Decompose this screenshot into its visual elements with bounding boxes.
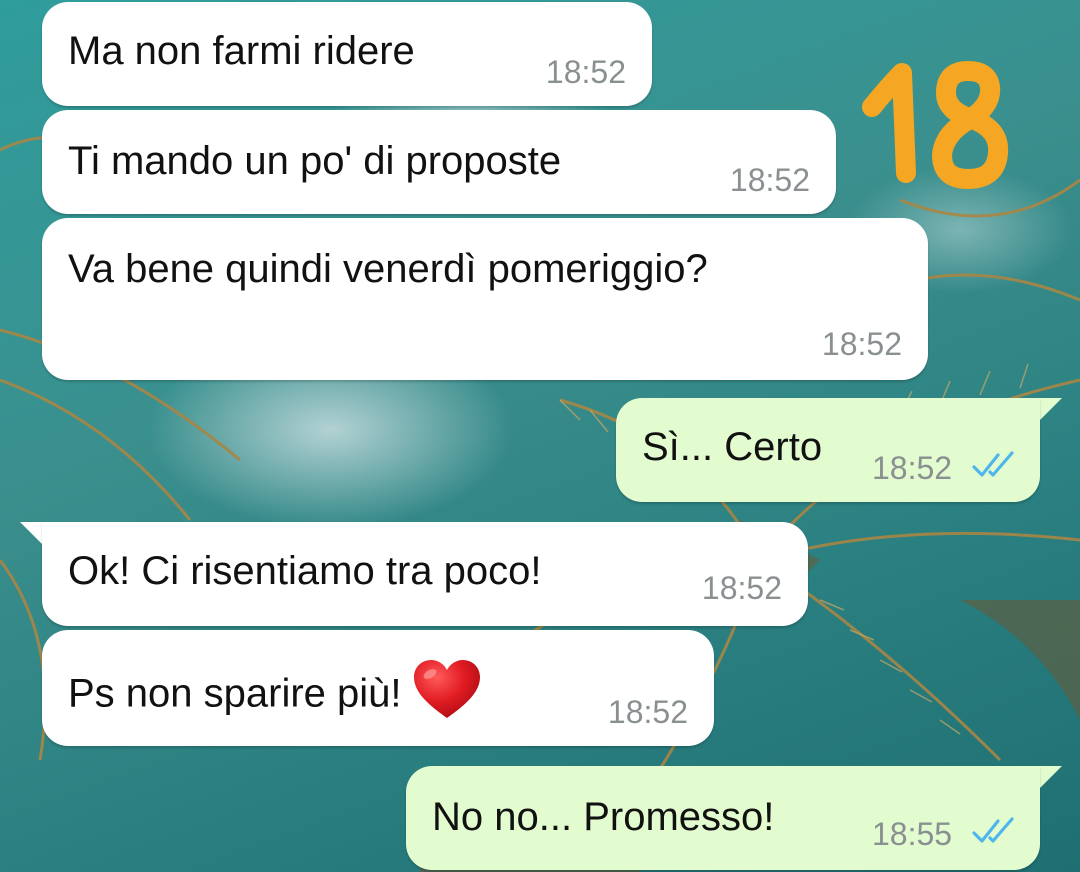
message-timestamp: 18:55 — [872, 816, 953, 852]
message-text: Ma non farmi ridere — [68, 29, 415, 73]
read-receipt-icon — [972, 817, 1014, 843]
read-receipt-icon — [972, 451, 1014, 477]
message-text: Ps non sparire più! — [68, 671, 402, 716]
bubble-tail — [1040, 766, 1062, 788]
message-text: No no... Promesso! — [432, 795, 775, 839]
message-timestamp: 18:52 — [729, 162, 810, 198]
message-timestamp: 18:52 — [607, 694, 688, 730]
bubble-tail — [20, 522, 42, 544]
message-text: Ti mando un po' di proposte — [68, 139, 562, 183]
message-incoming[interactable]: Ok! Ci risentiamo tra poco! 18:52 — [42, 522, 808, 626]
message-timestamp: 18:52 — [701, 570, 782, 606]
conversation: Ma non farmi ridere 18:52 Ti mando un po… — [0, 0, 1080, 872]
red-heart-emoji-icon — [413, 660, 480, 718]
message-incoming[interactable]: Ti mando un po' di proposte 18:52 — [42, 110, 836, 214]
message-outgoing[interactable]: Sì... Certo 18:52 — [616, 398, 1040, 502]
message-timestamp: 18:52 — [545, 54, 626, 90]
message-text: Va bene quindi venerdì pomeriggio? — [68, 247, 708, 291]
message-incoming[interactable]: Ma non farmi ridere 18:52 — [42, 2, 652, 106]
message-timestamp: 18:52 — [821, 326, 902, 362]
bubble-tail — [1040, 398, 1062, 420]
message-incoming[interactable]: Va bene quindi venerdì pomeriggio? 18:52 — [42, 218, 928, 380]
handwritten-18-sticker — [862, 61, 1009, 189]
message-text: Ok! Ci risentiamo tra poco! — [68, 549, 542, 593]
message-incoming[interactable]: Ps non sparire più! 18:52 — [42, 630, 714, 746]
message-text: Sì... Certo — [642, 425, 823, 469]
message-timestamp: 18:52 — [872, 450, 953, 486]
message-text-with-emoji: Ps non sparire più! — [68, 660, 482, 728]
message-outgoing[interactable]: No no... Promesso! 18:55 — [406, 766, 1040, 870]
